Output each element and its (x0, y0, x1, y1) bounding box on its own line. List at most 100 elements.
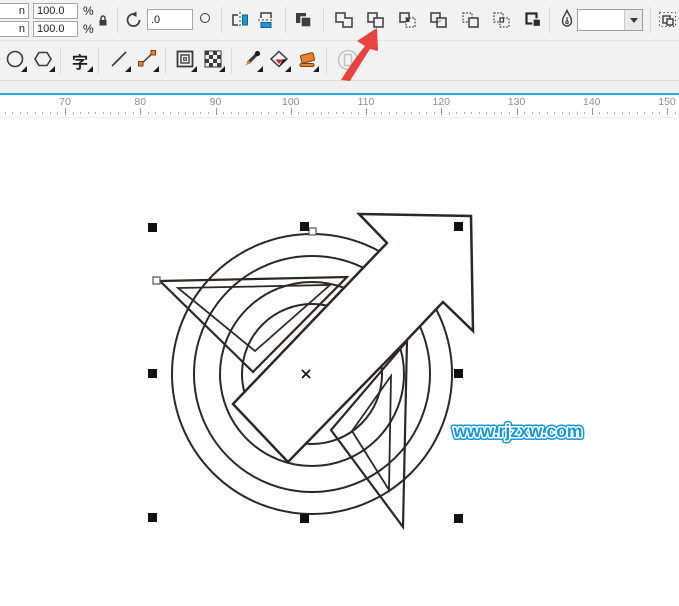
front-minus-back-button[interactable] (458, 7, 484, 33)
bezier-tool-button[interactable] (134, 46, 160, 74)
ruler-major-tick (65, 108, 66, 115)
mirror-horizontal-button[interactable] (227, 7, 253, 33)
handle-middle-left[interactable] (148, 369, 157, 378)
mirror-vertical-icon (255, 9, 277, 31)
ruler-minor-tick (675, 112, 676, 114)
toolbox-bar: 字 (0, 41, 679, 81)
ruler-minor-tick (622, 112, 623, 114)
ruler-minor-tick (494, 112, 495, 114)
ruler-minor-tick (637, 112, 638, 114)
ruler-minor-tick (351, 112, 352, 114)
selected-object-drawing[interactable]: www.rjzxw.com www.rjzxw.com www.rjzxw.co… (0, 118, 679, 606)
intersect-button[interactable] (395, 7, 421, 33)
create-boundary-icon (522, 8, 546, 32)
scale-y-percent-label: % (83, 22, 94, 36)
combine-icon (292, 8, 316, 32)
node-marker[interactable] (153, 277, 160, 284)
weld-button[interactable] (331, 7, 357, 33)
polygon-tool-button[interactable] (30, 46, 56, 74)
ruler-minor-tick (125, 112, 126, 114)
ruler-minor-tick (336, 112, 337, 114)
coreldraw-window: % % (0, 0, 679, 606)
ruler-minor-tick (374, 112, 375, 114)
contour-tool-button[interactable] (172, 46, 198, 74)
handle-bottom-right[interactable] (454, 514, 463, 523)
ruler-minor-tick (659, 112, 660, 114)
simplify-button[interactable] (426, 7, 452, 33)
ruler-minor-tick (547, 112, 548, 114)
object-size-width-field[interactable] (0, 3, 29, 19)
ruler-minor-tick (238, 112, 239, 114)
object-size-height-field[interactable] (0, 21, 29, 37)
ruler-minor-tick (283, 112, 284, 114)
ruler-minor-tick (599, 112, 600, 114)
ruler-minor-tick (12, 112, 13, 114)
ruler-minor-tick (569, 112, 570, 114)
ruler-minor-tick (554, 112, 555, 114)
pattern-tool-button[interactable] (200, 46, 226, 74)
horizontal-ruler[interactable]: 708090100110120130140150 (0, 95, 679, 118)
ruler-label: 120 (432, 96, 450, 108)
scale-x-field[interactable] (33, 3, 78, 19)
ruler-minor-tick (358, 112, 359, 114)
toolbar-spacer (0, 81, 679, 93)
ruler-minor-tick (577, 112, 578, 114)
ruler-minor-tick (253, 112, 254, 114)
freehand-tool-button[interactable] (106, 46, 132, 74)
scale-y-field[interactable] (33, 21, 78, 37)
back-minus-front-button[interactable] (489, 7, 515, 33)
ruler-minor-tick (50, 112, 51, 114)
ellipse-tool-button[interactable] (2, 46, 28, 74)
mirror-vertical-button[interactable] (253, 7, 279, 33)
lock-ratio-button[interactable] (97, 14, 109, 33)
handle-top-center[interactable] (300, 222, 309, 231)
ruler-minor-tick (524, 112, 525, 114)
flyout-corner-icon (21, 66, 27, 72)
text-tool-glyph: 字 (72, 49, 88, 73)
handle-bottom-center[interactable] (300, 514, 309, 523)
property-bar: % % (0, 0, 679, 41)
drawing-canvas[interactable]: www.rjzxw.com www.rjzxw.com www.rjzxw.co… (0, 118, 679, 606)
ruler-major-tick (216, 108, 217, 115)
node-marker[interactable] (309, 228, 316, 235)
outline-width-dropdown[interactable] (577, 9, 643, 31)
ruler-minor-tick (185, 112, 186, 114)
ruler-major-tick (667, 108, 668, 115)
ruler-minor-tick (404, 112, 405, 114)
disabled-shape-icon (335, 47, 361, 73)
handle-top-left[interactable] (148, 223, 157, 232)
ruler-label: 90 (210, 96, 222, 108)
ruler-minor-tick (532, 112, 533, 114)
intersect-icon (396, 8, 420, 32)
smart-fill-tool-button[interactable] (266, 46, 292, 74)
ruler-minor-tick (426, 112, 427, 114)
ruler-minor-tick (223, 112, 224, 114)
trim-icon (364, 8, 388, 32)
rotation-angle-field[interactable] (147, 9, 193, 30)
ruler-minor-tick (614, 112, 615, 114)
eyedropper-tool-button[interactable] (238, 46, 264, 74)
ruler-major-tick (517, 108, 518, 115)
handle-top-right[interactable] (454, 222, 463, 231)
paint-bucket-tool-button[interactable] (294, 46, 320, 74)
ruler-minor-tick (501, 112, 502, 114)
ruler-minor-tick (178, 112, 179, 114)
outline-width-value (578, 10, 624, 30)
front-minus-back-icon (459, 8, 483, 32)
ruler-minor-tick (629, 112, 630, 114)
handle-bottom-left[interactable] (148, 513, 157, 522)
ruler-minor-tick (42, 112, 43, 114)
combine-button[interactable] (291, 7, 317, 33)
ruler-minor-tick (584, 112, 585, 114)
wrap-paragraph-text-button[interactable] (655, 7, 679, 33)
create-boundary-button[interactable] (521, 7, 547, 33)
degree-symbol (200, 13, 210, 23)
ruler-minor-tick (163, 112, 164, 114)
dropdown-button[interactable] (624, 10, 642, 30)
handle-middle-right[interactable] (454, 369, 463, 378)
ruler-minor-tick (343, 112, 344, 114)
text-tool-button[interactable]: 字 (68, 46, 94, 74)
trim-button[interactable] (363, 7, 389, 33)
ruler-minor-tick (539, 112, 540, 114)
watermark-text: www.rjzxw.com (452, 421, 582, 441)
